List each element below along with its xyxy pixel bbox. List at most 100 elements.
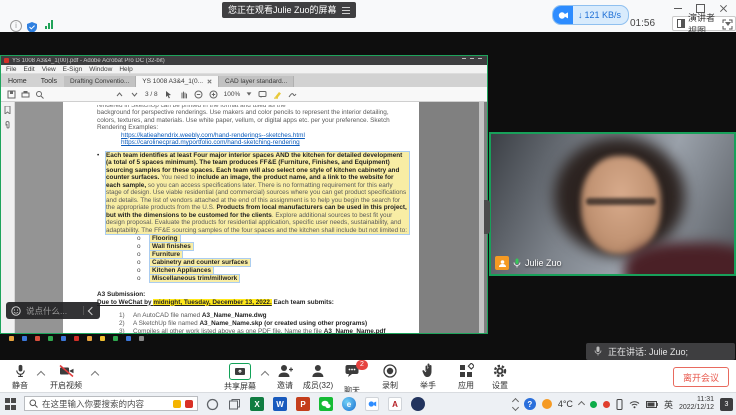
acrobat-toolbar: 3 / 8 100% [1,87,487,102]
gear-icon [492,363,508,379]
leave-meeting-button[interactable]: 离开会议 [673,367,729,387]
quick-chat-input[interactable]: 说点什么... [26,305,78,317]
edge-icon[interactable]: e [342,397,356,411]
hand-tool-icon[interactable] [179,90,188,99]
tooltip-menu-icon[interactable] [342,7,350,14]
host-badge-icon [495,256,509,270]
search-placeholder: 在这里输入你要搜索的内容 [42,398,169,410]
video-options-chevron[interactable] [92,370,98,376]
acrobat-window-title: YS 1008 A3&4_1(00).pdf - Adobe Acrobat P… [12,58,459,64]
menu-help[interactable]: Help [119,66,132,73]
sketch-example-link-1[interactable]: https://katieahendrix.weebly.com/hand-re… [121,132,409,140]
gift-icon [185,400,193,408]
members-button[interactable]: 成员(32) [303,363,333,391]
meeting-app-icon[interactable] [365,397,379,411]
mute-options-chevron[interactable] [38,370,44,376]
windows-taskbar: 在这里输入你要搜索的内容 X W P e A ? 4°C 英 11:312022… [0,392,736,415]
weather-temp[interactable]: 4°C [558,399,573,409]
task-view-icon[interactable] [228,398,241,411]
acrobat-nav-panel[interactable] [15,102,63,333]
pdf-page: rendered in SketchUp can be printed in t… [63,102,419,333]
minimize-button[interactable] [674,8,682,9]
page-up-icon[interactable] [115,90,124,99]
zoom-out-icon[interactable] [194,90,203,99]
speaking-indicator-bar: 正在讲话: Julie Zuo; [586,343,735,360]
fullscreen-button[interactable] [722,17,733,28]
emoji-icon[interactable] [11,306,21,316]
settings-button[interactable]: 设置 [492,363,508,391]
camera-off-icon [58,363,75,379]
battery-icon[interactable] [646,401,658,408]
participant-video-tile[interactable]: Julie Zuo [489,132,736,276]
app-circle-icon[interactable] [411,397,425,411]
menu-edit[interactable]: Edit [23,66,34,73]
tab-doc-cad[interactable]: CAD layer standard... [219,76,294,87]
zoom-caret-icon[interactable] [247,92,252,95]
save-icon[interactable] [7,90,16,99]
info-icon[interactable]: i [10,20,22,32]
word-icon[interactable]: W [273,397,287,411]
network-speed-badge[interactable]: ↓121 KB/s [552,5,629,25]
page-down-icon[interactable] [130,90,139,99]
wechat-icon[interactable] [319,397,333,411]
green-status-icon[interactable] [590,401,597,408]
menu-view[interactable]: View [42,66,56,73]
share-screen-icon [229,363,251,380]
start-button[interactable] [5,398,17,410]
acrobat-window-controls[interactable] [462,58,482,63]
signature-icon[interactable] [288,90,297,99]
phone-icon[interactable] [616,399,623,410]
weather-icon[interactable] [542,399,552,409]
taskbar-clock[interactable]: 11:312022/12/12 [679,396,714,412]
ime-indicator[interactable]: 英 [664,398,673,411]
excel-icon[interactable]: X [250,397,264,411]
powerpoint-icon[interactable]: P [296,397,310,411]
wifi-icon[interactable] [629,400,640,409]
list-item: oMiscellaneous trim/millwork [137,275,409,283]
menu-file[interactable]: File [6,66,16,73]
panel-collapse-handle[interactable] [484,200,490,234]
share-screen-button[interactable]: 共享屏幕 [224,363,256,392]
collapse-chat-icon[interactable] [88,306,96,314]
invite-button[interactable]: 邀请 [277,363,293,391]
quick-chat-bar[interactable]: 说点什么... [6,302,100,319]
highlighter-icon[interactable] [273,90,282,99]
cortana-icon[interactable] [206,398,219,411]
bookmarks-panel-icon[interactable] [4,106,11,114]
mute-button[interactable]: 静音 [12,363,28,391]
page-indicator[interactable]: 3 / 8 [145,91,158,98]
record-icon [382,363,398,379]
scroll-icons[interactable] [513,399,518,410]
autocad-icon[interactable]: A [388,397,402,411]
network-signal-icon[interactable] [45,20,53,29]
attachments-panel-icon[interactable] [4,121,11,129]
tab-tools[interactable]: Tools [34,76,64,87]
participant-name-tag: Julie Zuo [495,256,562,270]
tab-home[interactable]: Home [1,76,34,87]
zoom-level[interactable]: 100% [224,91,241,98]
presenter-taskbar [9,336,144,341]
print-icon[interactable] [21,90,30,99]
search-icon[interactable] [35,90,44,99]
record-button[interactable]: 录制 [382,363,398,391]
select-cursor-icon[interactable] [164,90,173,99]
show-hidden-icons[interactable] [579,402,584,407]
tab-doc-drafting[interactable]: Drafting Conventio... [64,76,136,87]
tab-close-icon[interactable] [207,79,212,84]
help-tray-icon[interactable]: ? [524,398,536,410]
raise-hand-button[interactable]: 举手 [420,363,436,391]
zoom-in-icon[interactable] [209,90,218,99]
menu-window[interactable]: Window [89,66,112,73]
notification-center-icon[interactable]: 3 [720,398,733,411]
sketch-example-link-2[interactable]: https://carolinecprad.myportfolio.com/ha… [121,139,409,147]
meeting-top-bar: i 您正在观看Julie Zuo的屏幕 ↓121 KB/s 01:56 演讲者视… [0,0,736,32]
start-video-button[interactable]: 开启视频 [50,363,82,391]
meeting-logo-icon [553,6,573,24]
record-status-icon[interactable] [603,401,610,408]
comment-icon[interactable] [258,90,267,99]
share-options-chevron[interactable] [262,370,268,376]
menu-esign[interactable]: E-Sign [63,66,83,73]
taskbar-search[interactable]: 在这里输入你要搜索的内容 [24,396,198,411]
tab-doc-active[interactable]: YS 1008 A3&4_1(0... [136,76,219,87]
apps-button[interactable]: 应用 [458,363,474,391]
